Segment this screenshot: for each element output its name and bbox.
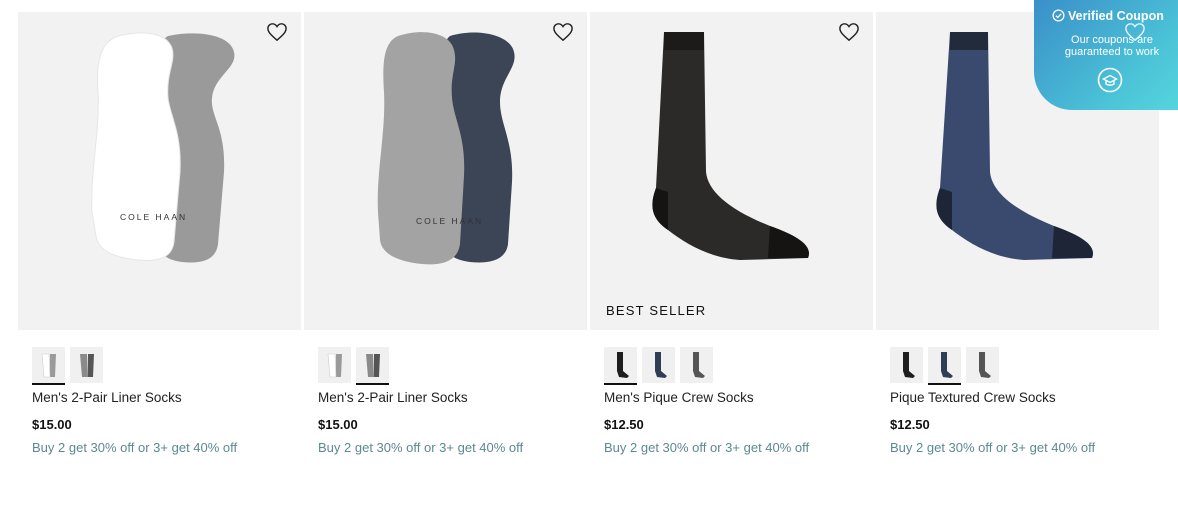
best-seller-badge: BEST SELLER	[606, 303, 707, 318]
coupon-subtext-line1: Our coupons are	[1071, 34, 1153, 46]
wishlist-heart-icon[interactable]	[1124, 22, 1146, 42]
swatch-black[interactable]	[604, 347, 637, 385]
product-title[interactable]: Men's Pique Crew Socks	[604, 390, 754, 405]
coupon-heading: Verified Coupon	[1052, 9, 1164, 23]
product-image	[652, 32, 809, 260]
wishlist-heart-icon[interactable]	[552, 22, 574, 42]
product-title[interactable]: Men's 2-Pair Liner Socks	[318, 390, 468, 405]
product-promo: Buy 2 get 30% off or 3+ get 40% off	[604, 440, 810, 455]
svg-text:COLE HAAN: COLE HAAN	[120, 212, 187, 222]
product-image-container[interactable]: COLE HAAN	[18, 12, 301, 330]
swatch-white-gray[interactable]	[318, 347, 351, 383]
product-price: $12.50	[890, 417, 930, 432]
swatch-black[interactable]	[890, 347, 923, 383]
wishlist-heart-icon[interactable]	[838, 22, 860, 42]
product-image-container[interactable]: BEST SELLER	[590, 12, 873, 330]
check-circle-icon	[1052, 9, 1065, 22]
wishlist-heart-icon[interactable]	[266, 22, 288, 42]
swatch-gray[interactable]	[680, 347, 713, 383]
product-promo: Buy 2 get 30% off or 3+ get 40% off	[318, 440, 524, 455]
svg-text:COLE HAAN: COLE HAAN	[416, 216, 483, 226]
verified-coupon-badge[interactable]: Verified Coupon Our coupons are guarante…	[1034, 0, 1178, 110]
swatch-gray-charcoal[interactable]	[356, 347, 389, 385]
product-image: COLE HAAN	[91, 32, 235, 263]
product-card: COLE HAAN Men's 2-Pair Liner Socks $15.0…	[304, 12, 587, 455]
swatch-navy[interactable]	[928, 347, 961, 385]
product-card: BEST SELLER Men's Pique Crew Socks $12.5…	[590, 12, 873, 455]
swatch-navy[interactable]	[642, 347, 675, 383]
graduation-cap-icon	[1097, 67, 1123, 93]
product-grid: COLE HAAN Men's 2-Pair Liner Socks $15.0…	[18, 12, 1159, 492]
swatch-white-gray[interactable]	[32, 347, 65, 385]
product-image: COLE HAAN	[377, 32, 515, 265]
swatch-gray[interactable]	[966, 347, 999, 383]
coupon-subtext: Our coupons are guaranteed to work	[1034, 34, 1178, 58]
product-price: $12.50	[604, 417, 644, 432]
product-title[interactable]: Pique Textured Crew Socks	[890, 390, 1056, 405]
coupon-subtext-line2: guaranteed to work	[1064, 46, 1160, 58]
product-price: $15.00	[318, 417, 358, 432]
product-price: $15.00	[32, 417, 72, 432]
coupon-heading-text: Verified Coupon	[1068, 9, 1164, 23]
product-title[interactable]: Men's 2-Pair Liner Socks	[32, 390, 182, 405]
product-card: COLE HAAN Men's 2-Pair Liner Socks $15.0…	[18, 12, 301, 455]
product-image-container[interactable]: COLE HAAN	[304, 12, 587, 330]
product-promo: Buy 2 get 30% off or 3+ get 40% off	[32, 440, 238, 455]
product-promo: Buy 2 get 30% off or 3+ get 40% off	[890, 440, 1096, 455]
swatch-gray-charcoal[interactable]	[70, 347, 103, 383]
